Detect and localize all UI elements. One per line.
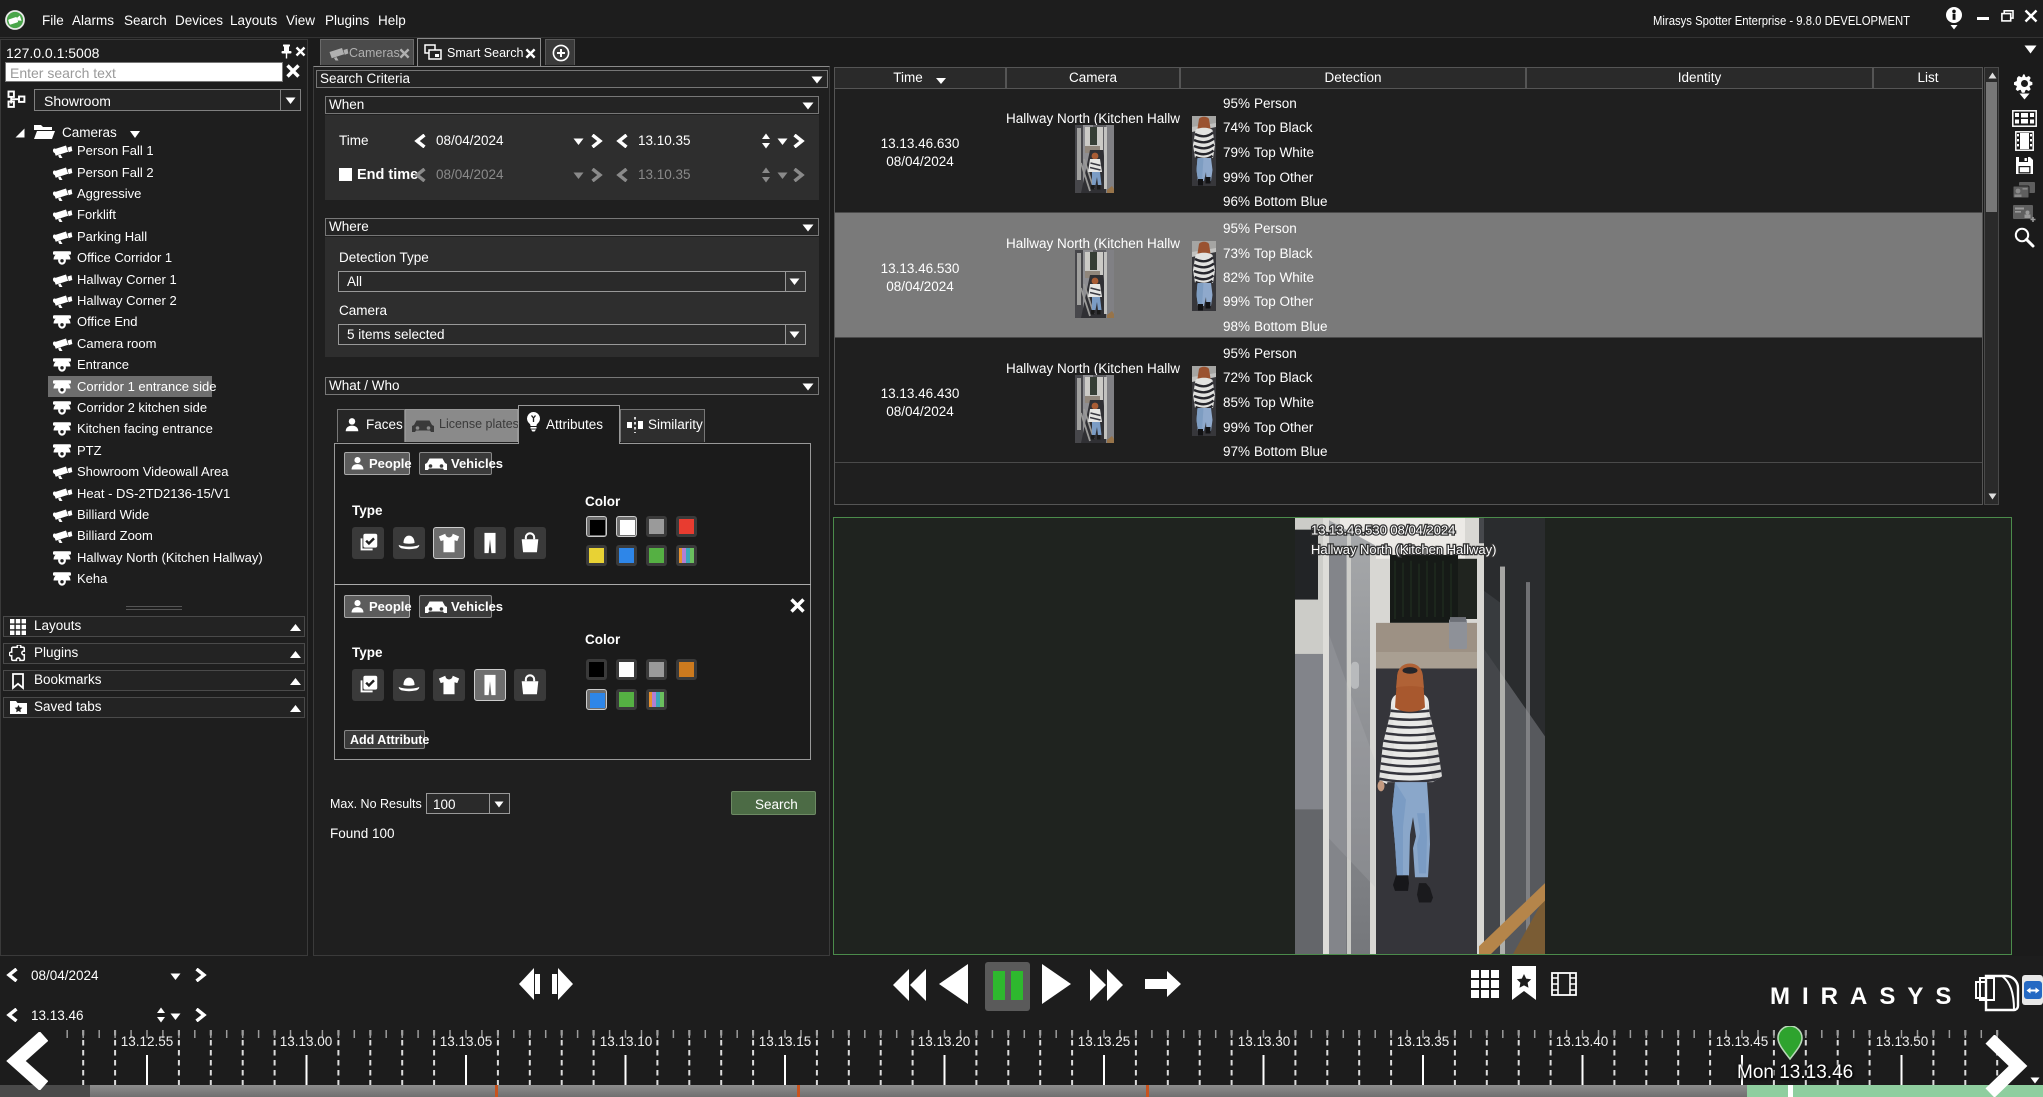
svg-text:Hallway North (Kitchen Hallway: Hallway North (Kitchen Hallway) bbox=[1311, 542, 1496, 557]
svg-text:13.13.46.530 08/04/2024: 13.13.46.530 08/04/2024 bbox=[1311, 523, 1455, 538]
